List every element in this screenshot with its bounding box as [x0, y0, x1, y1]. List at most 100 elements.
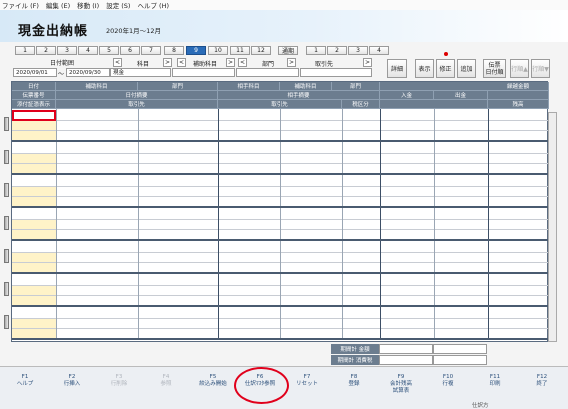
row-drag-handle[interactable]: [4, 315, 9, 329]
quarter-tab-4[interactable]: 4: [369, 46, 389, 55]
month-tab-9[interactable]: 9: [186, 46, 206, 55]
column-divider: [138, 307, 139, 338]
row-drag-handle[interactable]: [4, 183, 9, 197]
journal-entry-row[interactable]: [12, 307, 549, 340]
subject-next-arrow[interactable]: >: [163, 58, 172, 67]
detail-button[interactable]: 詳細: [387, 59, 407, 78]
month-tab-12[interactable]: 12: [251, 46, 271, 55]
fkey-f7[interactable]: F7 リセット: [284, 368, 330, 402]
fkey-f4[interactable]: F4 参照: [143, 368, 189, 402]
menu-file[interactable]: ファイル (F): [2, 0, 39, 10]
column-divider: [280, 208, 281, 239]
row-drag-handle[interactable]: [4, 117, 9, 131]
column-divider: [56, 274, 57, 305]
fkey-label: 行削除: [110, 381, 128, 387]
fkey-f10[interactable]: F10 行複: [425, 368, 471, 402]
sub-subject-label: 補助科目: [193, 61, 218, 68]
date-to-field[interactable]: 2020/09/30: [66, 68, 110, 77]
fkey-f1[interactable]: F1 ヘルプ: [2, 368, 48, 402]
journal-entry-row[interactable]: [12, 142, 549, 175]
fkey-number: F10: [442, 374, 454, 380]
grid-scrollbar[interactable]: [548, 112, 557, 342]
column-divider: [434, 142, 435, 173]
col-blank-2: [488, 91, 549, 100]
fkey-f5[interactable]: F5 絞込み開始: [190, 368, 236, 402]
menu-bar: ファイル (F) 編集 (E) 移動 (I) 設定 (S) ヘルプ (H): [0, 0, 568, 10]
month-tab-10[interactable]: 10: [208, 46, 228, 55]
row-down-button[interactable]: 行順▼: [531, 59, 550, 78]
edit-button[interactable]: 修正: [436, 59, 455, 78]
row-up-button[interactable]: 行順▲: [510, 59, 529, 78]
fkey-label: 会計残高 試算表: [389, 381, 412, 394]
month-tab-6[interactable]: 6: [120, 46, 140, 55]
fkey-f2[interactable]: F2 行挿入: [49, 368, 95, 402]
quarter-tab-2[interactable]: 2: [327, 46, 347, 55]
column-divider: [342, 274, 343, 305]
month-tab-11[interactable]: 11: [230, 46, 250, 55]
subject-field[interactable]: 現金: [110, 68, 171, 77]
journal-entry-row[interactable]: [12, 175, 549, 208]
fkey-f3[interactable]: F3 行削除: [96, 368, 142, 402]
col-date: 日付: [12, 82, 56, 91]
column-divider: [380, 142, 381, 173]
date-range-label: 日付範囲: [50, 60, 75, 67]
fkey-f11[interactable]: F11 印刷: [472, 368, 518, 402]
tilde-label: 〜: [58, 71, 65, 78]
month-tab-1[interactable]: 1: [15, 46, 35, 55]
journal-entry-row[interactable]: [12, 241, 549, 274]
fkey-f8[interactable]: F8 登録: [331, 368, 377, 402]
voucher-date-order-button[interactable]: 伝票 日付順: [483, 59, 506, 78]
partner-field[interactable]: [300, 68, 372, 77]
period-tax-deposit: [379, 355, 433, 365]
selected-cell[interactable]: [12, 110, 56, 121]
journal-entry-row[interactable]: [12, 109, 549, 142]
col-partner: 取引先: [56, 100, 218, 109]
menu-edit[interactable]: 編集 (E): [46, 0, 70, 10]
fkey-number: F5: [209, 374, 217, 380]
col-sub-account: 補助科目: [56, 82, 138, 91]
sub-subject-field[interactable]: [172, 68, 235, 77]
full-year-button[interactable]: 通期: [278, 46, 298, 55]
dept-field[interactable]: [236, 68, 299, 77]
add-button[interactable]: 追加: [457, 59, 476, 78]
dept-prev-arrow[interactable]: <: [238, 58, 247, 67]
col-evidence: 添付証憑表示: [12, 100, 56, 109]
col-counter-sub: 補助科目: [280, 82, 332, 91]
month-tab-3[interactable]: 3: [57, 46, 77, 55]
month-tab-2[interactable]: 2: [36, 46, 56, 55]
column-divider: [342, 109, 343, 140]
subsubject-next-arrow[interactable]: >: [226, 58, 235, 67]
journal-entry-row[interactable]: [12, 208, 549, 241]
month-tab-5[interactable]: 5: [99, 46, 119, 55]
column-divider: [380, 274, 381, 305]
fiscal-period: 2020年1月〜12月: [106, 27, 161, 35]
row-drag-handle[interactable]: [4, 150, 9, 164]
month-tab-4[interactable]: 4: [78, 46, 98, 55]
partner-next-arrow[interactable]: >: [363, 58, 372, 67]
quarter-tab-1[interactable]: 1: [306, 46, 326, 55]
month-tab-8[interactable]: 8: [164, 46, 184, 55]
row-drag-handle[interactable]: [4, 249, 9, 263]
fkey-label: 行挿入: [63, 381, 81, 387]
fkey-f9[interactable]: F9 会計残高 試算表: [378, 368, 424, 402]
subject-prev-arrow[interactable]: <: [113, 58, 122, 67]
page-title: 現金出納帳: [18, 24, 89, 39]
journal-entry-row[interactable]: [12, 274, 549, 307]
col-daily-summary: 日付摘要: [56, 91, 218, 100]
col-counter-summary: 相手摘要: [218, 91, 380, 100]
subsubject-prev-arrow[interactable]: <: [177, 58, 186, 67]
display-button[interactable]: 表示: [415, 59, 434, 78]
quarter-tab-3[interactable]: 3: [348, 46, 368, 55]
column-divider: [218, 175, 219, 206]
month-tab-7[interactable]: 7: [141, 46, 161, 55]
dept-next-arrow[interactable]: >: [287, 58, 296, 67]
menu-move[interactable]: 移動 (I): [77, 0, 99, 10]
fkey-f12[interactable]: F12 終了: [519, 368, 565, 402]
row-drag-handle[interactable]: [4, 216, 9, 230]
date-from-field[interactable]: 2020/09/01: [13, 68, 57, 77]
column-divider: [138, 109, 139, 140]
row-drag-handle[interactable]: [4, 282, 9, 296]
menu-settings[interactable]: 設定 (S): [106, 0, 130, 10]
partner-label: 取引先: [315, 61, 334, 68]
menu-help[interactable]: ヘルプ (H): [137, 0, 169, 10]
